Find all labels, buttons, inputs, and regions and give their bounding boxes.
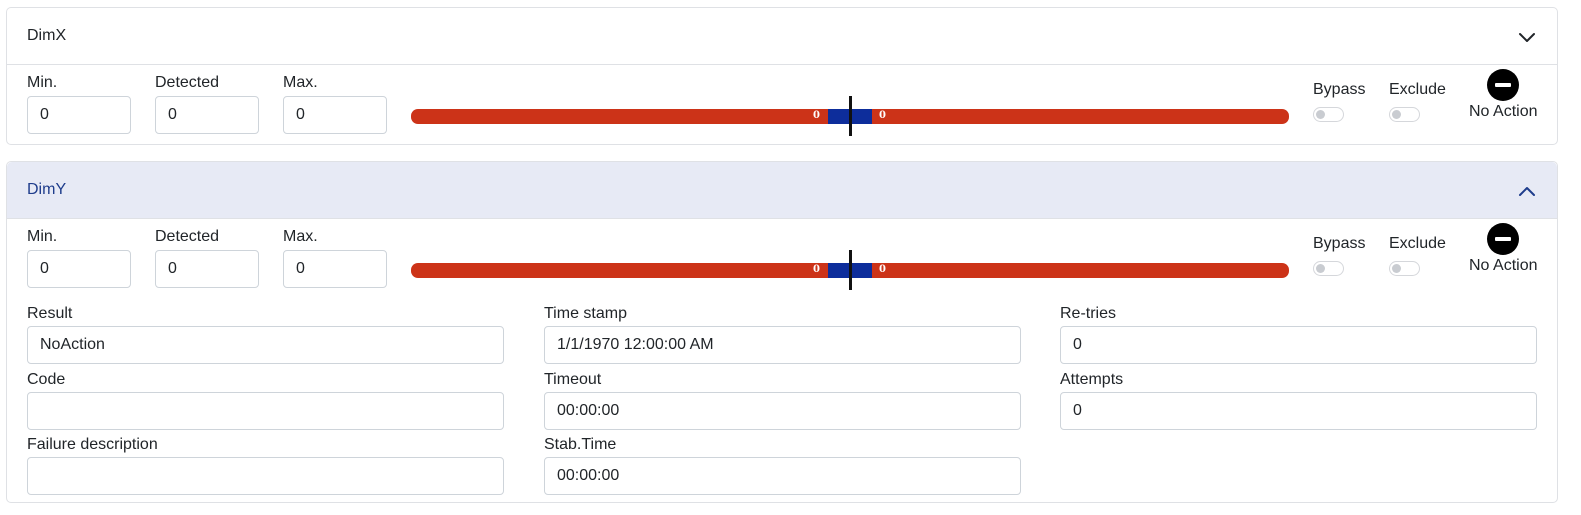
result-field[interactable] [27,326,504,364]
retries-field[interactable] [1060,326,1537,364]
stab-time-label: Stab.Time [544,436,617,453]
dimx-bypass-label: Bypass [1313,81,1366,98]
timeout-field[interactable] [544,392,1021,430]
dimx-bar-right-value: 0 [879,110,886,121]
attempts-label: Attempts [1060,371,1124,388]
dimx-bar-left-value: 0 [813,110,820,121]
failure-description-field[interactable] [27,457,504,495]
dimy-range-bar: 0 0 [411,250,1289,290]
code-label: Code [27,371,66,388]
dimx-action-label: No Action [1469,103,1538,120]
dimy-panel-title: DimY [27,181,67,198]
minus-circle-icon[interactable] [1487,69,1519,101]
dimy-exclude-toggle[interactable] [1389,261,1420,276]
minus-circle-icon[interactable] [1487,223,1519,255]
dimy-bar-left-value: 0 [813,264,820,275]
toggle-knob [1392,264,1401,273]
dimx-exclude-label: Exclude [1389,81,1446,98]
stab-time-field[interactable] [544,457,1021,495]
dimx-panel-header[interactable]: DimX [7,8,1557,65]
toggle-knob [1392,110,1401,119]
dimy-action-label: No Action [1469,257,1538,274]
result-label: Result [27,305,73,322]
toggle-knob [1316,110,1325,119]
dimy-bypass-toggle[interactable] [1313,261,1344,276]
dimx-bypass-toggle[interactable] [1313,107,1344,122]
retries-label: Re-tries [1060,305,1117,322]
dimx-exclude-toggle[interactable] [1389,107,1420,122]
dimy-max-input[interactable] [283,250,387,288]
dimx-range-bar: 0 0 [411,96,1289,136]
dimy-exclude-label: Exclude [1389,235,1446,252]
dimy-panel-header[interactable]: DimY [7,162,1557,219]
dimy-min-input[interactable] [27,250,131,288]
failure-description-label: Failure description [27,436,158,453]
timestamp-field[interactable] [544,326,1021,364]
code-field[interactable] [27,392,504,430]
dimx-max-label: Max. [283,74,318,91]
dimy-detected-input[interactable] [155,250,259,288]
attempts-field[interactable] [1060,392,1537,430]
dimy-min-label: Min. [27,228,58,245]
dimx-detected-label: Detected [155,74,220,91]
toggle-knob [1316,264,1325,273]
dimx-detected-marker [849,96,852,136]
dimx-panel: DimX Min. Detected Max. 0 0 Bypass Exclu… [6,7,1558,145]
dimy-detected-marker [849,250,852,290]
dimy-bar-right-value: 0 [879,264,886,275]
dimy-panel: DimY Min. Detected Max. 0 0 Bypass Exclu… [6,161,1558,503]
dimy-detected-label: Detected [155,228,220,245]
dimx-detected-input[interactable] [155,96,259,134]
dimx-min-input[interactable] [27,96,131,134]
timeout-label: Timeout [544,371,602,388]
dimy-max-label: Max. [283,228,318,245]
chevron-down-icon[interactable] [1517,27,1537,47]
dimx-min-label: Min. [27,74,58,91]
dimy-bypass-label: Bypass [1313,235,1366,252]
chevron-up-icon[interactable] [1517,181,1537,201]
dimx-panel-title: DimX [27,27,67,44]
dimx-max-input[interactable] [283,96,387,134]
timestamp-label: Time stamp [544,305,627,322]
